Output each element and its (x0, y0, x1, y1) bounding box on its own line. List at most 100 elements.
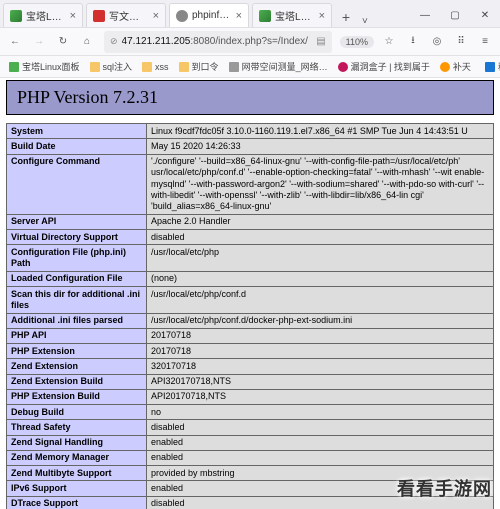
bookmark-item[interactable]: 网带空间测量_网络… (226, 58, 331, 75)
tab-close-icon[interactable]: × (70, 10, 76, 22)
minimize-button[interactable]: — (410, 3, 440, 27)
zoom-level[interactable]: 110% (340, 36, 374, 48)
table-row: PHP API20170718 (7, 328, 494, 343)
bookmark-item[interactable]: 到口令 (176, 58, 222, 75)
cell-value: enabled (147, 435, 494, 450)
cell-key: PHP Extension (7, 344, 147, 359)
folder-icon (90, 62, 100, 72)
tab-label: 宝塔Linux面板 (26, 8, 64, 23)
table-row: Zend Memory Managerenabled (7, 450, 494, 465)
bookmark-item[interactable]: 漏洞盒子 | 找到属于 (335, 58, 433, 75)
bookmark-star-icon[interactable]: ☆ (378, 31, 400, 53)
tab-overflow-icon[interactable]: ˅ (362, 16, 368, 27)
phpinfo-header: PHP Version 7.2.31 (6, 80, 494, 115)
cell-key: Additional .ini files parsed (7, 313, 147, 328)
cell-value: /usr/local/etc/php/conf.d/docker-php-ext… (147, 313, 494, 328)
url-bar[interactable]: ⊘ 47.121.211.205:8080/index.php?s=/Index… (104, 31, 332, 53)
site-icon (338, 62, 348, 72)
cell-value: API320170718,NTS (147, 374, 494, 389)
bookmark-label: 宝塔Linux面板 (22, 60, 80, 73)
table-row: Debug Buildno (7, 405, 494, 420)
table-row: Zend Multibyte Supportprovided by mbstri… (7, 466, 494, 481)
bookmark-label: 网带空间测量_网络… (242, 60, 328, 73)
bookmark-item[interactable]: xss (139, 58, 172, 75)
cell-value: no (147, 405, 494, 420)
url-text: 47.121.211.205:8080/index.php?s=/Index/ (122, 36, 313, 47)
cell-value: disabled (147, 230, 494, 245)
tab-label: phpinfo() (192, 10, 230, 21)
reader-icon[interactable]: ▤ (316, 36, 325, 47)
page-content: PHP Version 7.2.31 SystemLinux f9cdf7fdc… (0, 78, 500, 509)
cell-key: Virtual Directory Support (7, 230, 147, 245)
table-row: Scan this dir for additional .ini files/… (7, 287, 494, 314)
tab-label: 写文章-CSDN (109, 8, 147, 23)
new-tab-button[interactable]: + (336, 7, 356, 27)
downloads-icon[interactable]: ⭳ (402, 31, 424, 53)
cell-key: PHP API (7, 328, 147, 343)
site-icon (9, 62, 19, 72)
cell-value: 320170718 (147, 359, 494, 374)
tab-favicon-icon (10, 10, 22, 22)
cell-value: disabled (147, 496, 494, 509)
table-row: Zend Signal Handlingenabled (7, 435, 494, 450)
table-row: Configure Command'./configure' '--build=… (7, 154, 494, 214)
phpinfo-table: SystemLinux f9cdf7fdc05f 3.10.0-1160.119… (6, 123, 494, 509)
tab-close-icon[interactable]: × (236, 10, 242, 22)
cell-value: disabled (147, 420, 494, 435)
browser-tab[interactable]: 宝塔Linux面板 × (3, 3, 83, 27)
close-button[interactable]: ✕ (470, 3, 500, 27)
cell-key: Configure Command (7, 154, 147, 214)
cell-value: provided by mbstring (147, 466, 494, 481)
cell-value: 20170718 (147, 328, 494, 343)
extensions-icon[interactable]: ⠿ (450, 31, 472, 53)
bookmark-label: 漏洞盒子 | 找到属于 (351, 60, 430, 73)
site-icon (440, 62, 450, 72)
cell-key: System (7, 124, 147, 139)
cell-value: enabled (147, 481, 494, 496)
browser-tab[interactable]: 宝塔Linux面板 × (252, 3, 332, 27)
tab-close-icon[interactable]: × (319, 10, 325, 22)
tab-close-icon[interactable]: × (153, 10, 159, 22)
mobile-icon (485, 62, 495, 72)
back-button[interactable]: ← (4, 31, 26, 53)
table-row: IPv6 Supportenabled (7, 481, 494, 496)
table-row: Configuration File (php.ini) Path/usr/lo… (7, 245, 494, 272)
table-row: Zend Extension320170718 (7, 359, 494, 374)
cell-key: Loaded Configuration File (7, 271, 147, 286)
bookmark-mobile[interactable]: 移动设备上的书签 (482, 58, 500, 75)
table-row: Zend Extension BuildAPI320170718,NTS (7, 374, 494, 389)
cell-key: IPv6 Support (7, 481, 147, 496)
browser-tab[interactable]: 写文章-CSDN × (86, 3, 166, 27)
reload-button[interactable]: ↻ (52, 31, 74, 53)
maximize-button[interactable]: ▢ (440, 3, 470, 27)
cell-key: PHP Extension Build (7, 389, 147, 404)
cell-value: (none) (147, 271, 494, 286)
table-row: SystemLinux f9cdf7fdc05f 3.10.0-1160.119… (7, 124, 494, 139)
table-row: Server APIApache 2.0 Handler (7, 214, 494, 229)
bookmark-label: xss (155, 62, 169, 72)
bookmark-item[interactable]: sql注入 (87, 58, 136, 75)
cell-key: Zend Signal Handling (7, 435, 147, 450)
insecure-icon: ⊘ (110, 36, 118, 47)
table-row: Build DateMay 15 2020 14:26:33 (7, 139, 494, 154)
site-icon (229, 62, 239, 72)
cell-key: DTrace Support (7, 496, 147, 509)
browser-tab[interactable]: phpinfo() × (169, 3, 249, 27)
cell-value: /usr/local/etc/php/conf.d (147, 287, 494, 314)
tab-label: 宝塔Linux面板 (275, 8, 313, 23)
bookmark-label: 补天 (453, 60, 471, 73)
cell-key: Server API (7, 214, 147, 229)
cell-key: Zend Memory Manager (7, 450, 147, 465)
menu-icon[interactable]: ≡ (474, 31, 496, 53)
bookmark-label: 到口令 (192, 60, 219, 73)
bookmark-item[interactable]: 宝塔Linux面板 (6, 58, 83, 75)
window-controls: — ▢ ✕ (410, 3, 500, 27)
cell-key: Thread Safety (7, 420, 147, 435)
table-row: PHP Extension20170718 (7, 344, 494, 359)
home-button[interactable]: ⌂ (76, 31, 98, 53)
forward-button[interactable]: → (28, 31, 50, 53)
account-icon[interactable]: ◎ (426, 31, 448, 53)
bookmark-item[interactable]: 补天 (437, 58, 474, 75)
browser-navbar: ← → ↻ ⌂ ⊘ 47.121.211.205:8080/index.php?… (0, 28, 500, 56)
cell-value: enabled (147, 450, 494, 465)
